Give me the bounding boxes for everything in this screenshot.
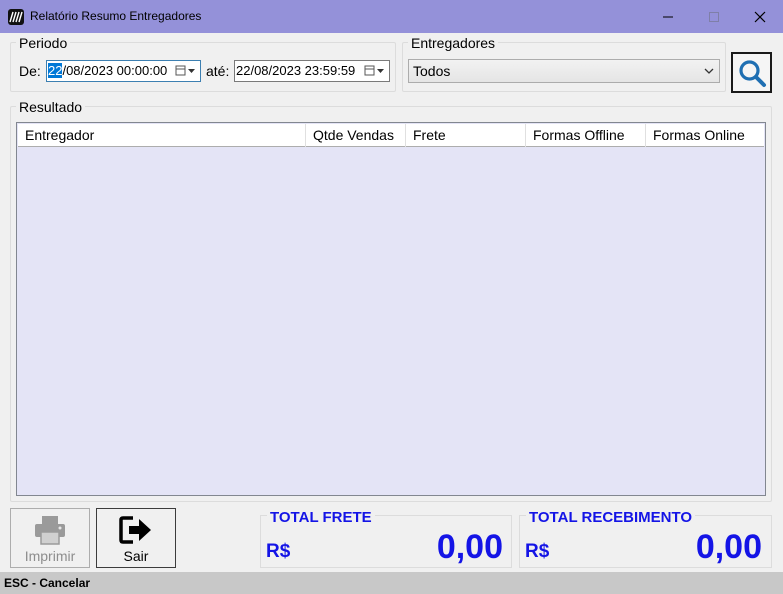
search-icon [738,59,766,87]
sair-label: Sair [123,548,149,564]
title-bar: Relatório Resumo Entregadores [0,0,783,33]
entregadores-group-label: Entregadores [408,35,499,51]
total-frete-value: 0,00 [436,528,503,566]
minimize-button[interactable] [645,0,691,33]
exit-arrow-icon [119,516,151,544]
printer-icon [35,516,65,545]
column-header-formas-online[interactable]: Formas Online [646,124,764,147]
close-icon [754,11,766,22]
total-frete-currency: R$ [266,541,291,562]
resultado-group-label: Resultado [16,99,86,115]
date-from-picker[interactable]: 22/08/2023 00:00:00 [46,60,201,82]
date-from-rest: /08/2023 00:00:00 [62,63,168,78]
entregadores-selected-value: Todos [413,63,451,79]
sair-button[interactable]: Sair [96,508,176,568]
column-header-formas-offline[interactable]: Formas Offline [526,124,646,147]
calendar-dropdown-icon[interactable] [364,64,386,78]
minimize-icon [663,16,673,17]
total-frete-title: TOTAL FRETE [267,509,375,526]
window-title: Relatório Resumo Entregadores [30,9,202,23]
column-header-entregador[interactable]: Entregador [18,124,306,147]
de-label: De: [19,63,41,79]
column-header-frete[interactable]: Frete [406,124,526,147]
status-bar: ESC - Cancelar [0,572,783,594]
date-from-selected-day: 22 [48,63,63,78]
ate-label: até: [206,63,230,79]
chevron-down-icon [704,68,714,74]
calendar-dropdown-icon[interactable] [175,64,197,78]
imprimir-label: Imprimir [24,548,76,564]
search-button[interactable] [731,52,772,93]
periodo-group-label: Periodo [16,35,71,51]
imprimir-button[interactable]: Imprimir [10,508,90,568]
column-header-qtde-vendas[interactable]: Qtde Vendas [306,124,406,147]
date-to-picker[interactable]: 22/08/2023 23:59:59 [234,60,390,82]
status-text: ESC - Cancelar [4,576,91,590]
total-recebimento-title: TOTAL RECEBIMENTO [526,509,696,526]
total-recebimento-currency: R$ [525,541,550,562]
entregadores-select[interactable]: Todos [408,59,720,83]
table-header: Entregador Qtde Vendas Frete Formas Offl… [18,124,764,147]
maximize-button[interactable] [691,0,737,33]
close-button[interactable] [737,0,783,33]
results-table[interactable]: Entregador Qtde Vendas Frete Formas Offl… [16,122,766,496]
app-icon [8,9,24,25]
date-to-value: 22/08/2023 23:59:59 [236,63,356,78]
total-recebimento-value: 0,00 [695,528,762,566]
maximize-icon [709,11,719,22]
